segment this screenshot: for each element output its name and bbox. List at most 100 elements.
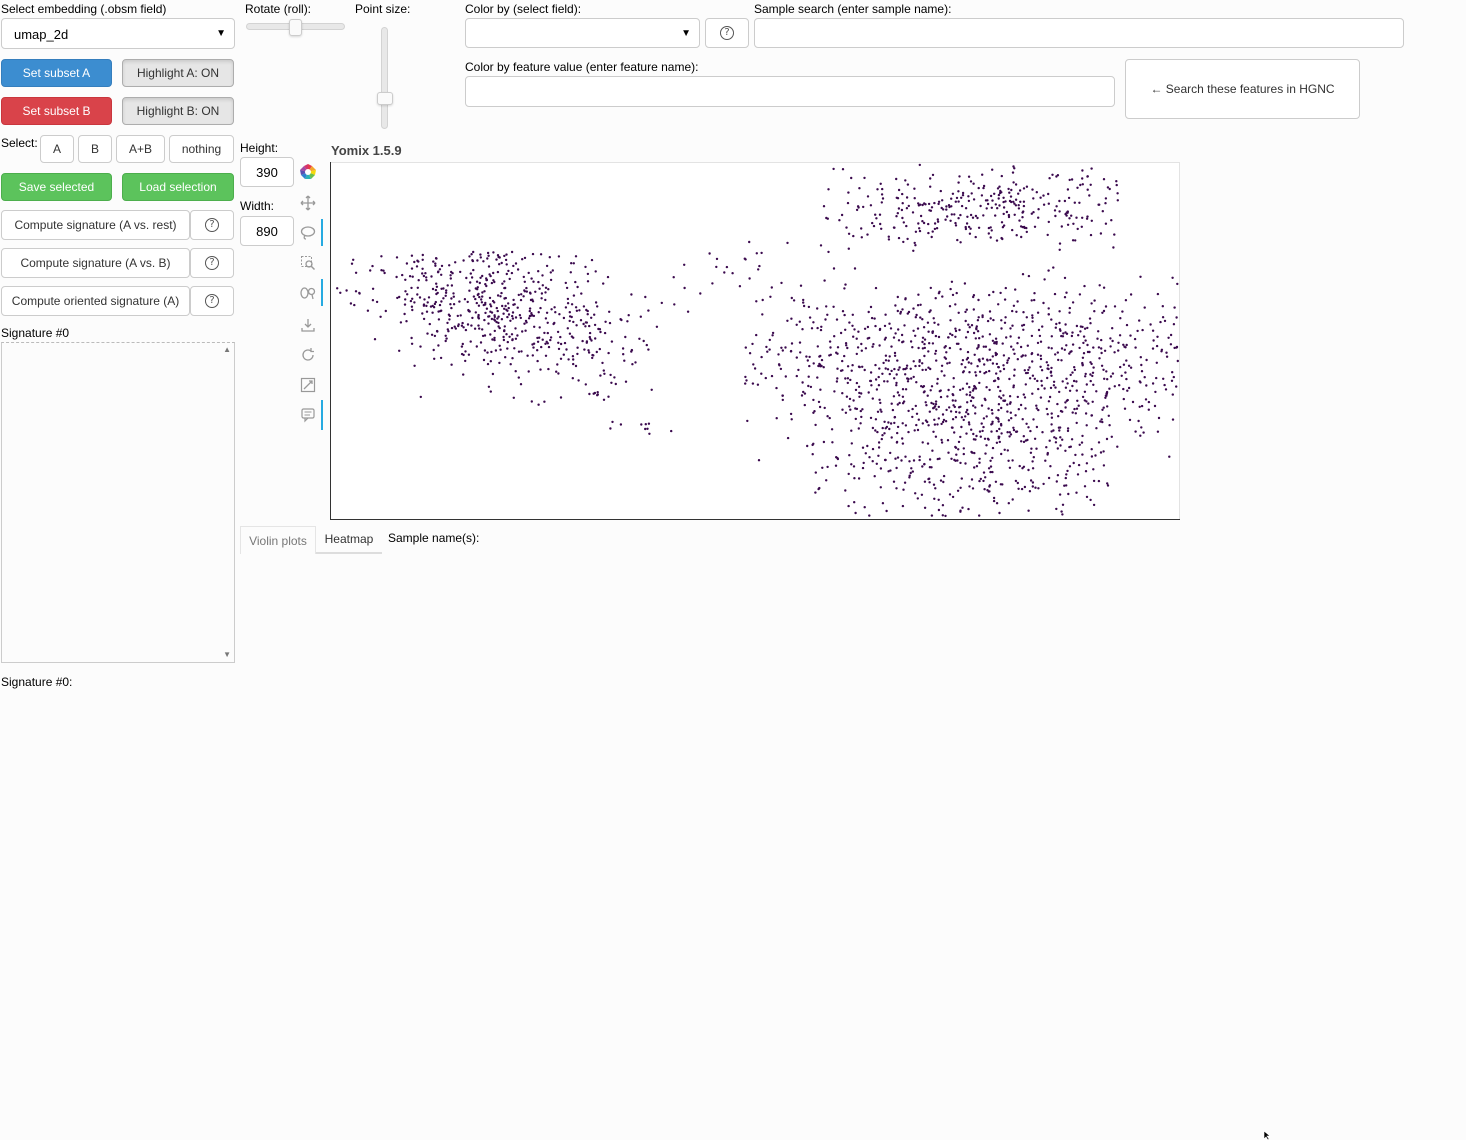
- scatter-point: [449, 274, 452, 277]
- scatter-point: [1131, 400, 1135, 404]
- highlight-b-toggle[interactable]: Highlight B: ON: [122, 97, 234, 125]
- hgnc-search-button[interactable]: ← Search these features in HGNC: [1125, 59, 1360, 119]
- scatter-point: [1056, 474, 1060, 477]
- scatter-point: [450, 297, 453, 300]
- help-a-vs-b-button[interactable]: ?: [190, 248, 234, 278]
- scatter-point: [503, 280, 506, 283]
- embedding-select[interactable]: umap_2d ▼: [1, 18, 235, 49]
- highlight-a-toggle[interactable]: Highlight A: ON: [122, 59, 234, 87]
- scatter-point: [941, 420, 945, 424]
- scatter-point: [421, 253, 424, 257]
- compute-signature-a-vs-b-button[interactable]: Compute signature (A vs. B): [1, 248, 190, 278]
- select-b-button[interactable]: B: [78, 135, 112, 163]
- scatter-point: [915, 412, 919, 415]
- select-nothing-button[interactable]: nothing: [169, 135, 234, 163]
- scatter-point: [493, 338, 496, 342]
- scatter-point: [444, 334, 447, 337]
- scatter-point: [927, 231, 930, 235]
- scroll-down-icon[interactable]: ▼: [223, 650, 231, 659]
- scatter-point: [916, 304, 920, 307]
- scatter-point: [655, 325, 659, 328]
- scatter-point: [851, 313, 854, 316]
- scatter-point: [844, 489, 847, 492]
- save-selected-button[interactable]: Save selected: [1, 173, 112, 201]
- scatter-point: [917, 222, 920, 225]
- scatter-point: [404, 278, 407, 281]
- scatter-point: [1070, 214, 1073, 217]
- reset-icon[interactable]: [300, 347, 316, 363]
- point-size-slider-handle[interactable]: [377, 92, 393, 105]
- scatter-point: [860, 236, 863, 239]
- bokeh-logo-icon[interactable]: [299, 163, 317, 181]
- scatter-point: [937, 335, 941, 339]
- scatter-point: [929, 389, 932, 392]
- scatter-point: [758, 264, 761, 268]
- scatter-point: [1031, 360, 1034, 363]
- rotate-slider-handle[interactable]: [289, 19, 302, 36]
- help-a-vs-rest-button[interactable]: ?: [190, 210, 234, 240]
- scroll-up-icon[interactable]: ▲: [223, 345, 231, 354]
- scatter-point: [907, 409, 910, 413]
- scatter-point: [1066, 188, 1070, 191]
- scatter-point: [479, 256, 482, 259]
- point-size-slider-track[interactable]: [381, 27, 388, 129]
- save-icon[interactable]: [300, 317, 316, 333]
- compute-oriented-signature-button[interactable]: Compute oriented signature (A): [1, 286, 190, 316]
- signature-list[interactable]: ▲ ▼: [1, 342, 235, 663]
- compute-signature-a-vs-rest-button[interactable]: Compute signature (A vs. rest): [1, 210, 190, 240]
- scatter-point: [839, 369, 843, 372]
- scatter-point: [988, 388, 991, 392]
- set-subset-a-button[interactable]: Set subset A: [1, 59, 112, 87]
- scatter-point: [520, 293, 523, 296]
- scatter-point: [421, 258, 424, 261]
- color-by-feature-input[interactable]: [465, 76, 1115, 107]
- scatter-point: [1022, 328, 1025, 331]
- scatter-point: [958, 175, 961, 178]
- width-input[interactable]: 890: [240, 216, 294, 246]
- sample-search-input[interactable]: [754, 18, 1404, 48]
- height-input[interactable]: 390: [240, 157, 294, 187]
- pan-icon[interactable]: [300, 195, 316, 211]
- hover-icon[interactable]: [300, 377, 316, 393]
- scatter-point: [472, 268, 475, 272]
- set-subset-b-button[interactable]: Set subset B: [1, 97, 112, 125]
- tab-heatmap[interactable]: Heatmap: [316, 526, 382, 554]
- tooltip-icon[interactable]: [300, 407, 316, 423]
- scatter-point: [1033, 437, 1037, 440]
- scatter-point: [954, 329, 958, 333]
- scatter-point: [997, 385, 1000, 389]
- scatter-point: [738, 285, 742, 288]
- scatter-point: [890, 369, 893, 373]
- wheel-zoom-icon[interactable]: [300, 285, 316, 301]
- box-zoom-icon[interactable]: [300, 255, 316, 271]
- scatter-point: [1128, 418, 1132, 422]
- help-oriented-button[interactable]: ?: [190, 286, 234, 316]
- tab-violin-plots[interactable]: Violin plots: [240, 526, 316, 554]
- scatter-point: [998, 511, 1001, 515]
- scatter-point: [883, 420, 886, 423]
- color-by-field-select[interactable]: ▼: [465, 18, 700, 48]
- lasso-select-icon[interactable]: [300, 225, 316, 241]
- load-selection-button[interactable]: Load selection: [122, 173, 234, 201]
- scatter-point: [934, 349, 938, 353]
- scatter-point: [975, 328, 978, 331]
- scatter-point: [369, 269, 372, 272]
- scatter-point: [991, 362, 995, 365]
- scatter-point: [934, 400, 938, 403]
- color-by-help-button[interactable]: ?: [705, 18, 749, 48]
- scatter-point: [819, 244, 823, 247]
- scatter-point: [554, 311, 557, 314]
- select-a-button[interactable]: A: [40, 135, 74, 163]
- scatter-point: [895, 487, 898, 490]
- scatter-point: [956, 238, 959, 242]
- scatter-point: [946, 362, 949, 365]
- embedding-scatter-plot[interactable]: [330, 162, 1180, 520]
- scatter-point: [536, 359, 539, 363]
- scatter-point: [932, 317, 935, 320]
- scatter-point: [499, 348, 502, 351]
- select-a-plus-b-button[interactable]: A+B: [116, 135, 165, 163]
- scatter-point: [970, 324, 974, 327]
- scatter-point: [980, 194, 984, 197]
- scatter-point: [496, 309, 499, 313]
- scatter-point: [956, 459, 959, 462]
